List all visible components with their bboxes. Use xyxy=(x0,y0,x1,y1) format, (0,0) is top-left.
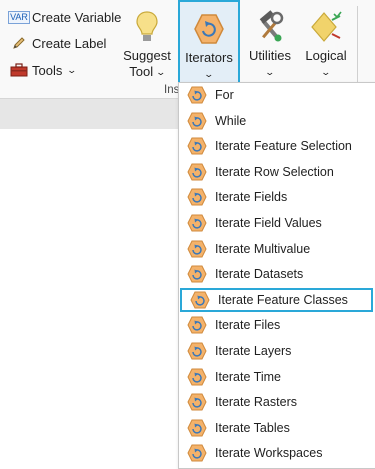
menu-item-label: Iterate Row Selection xyxy=(215,164,334,179)
menu-item-label: For xyxy=(215,88,234,102)
iterator-hexagon-icon xyxy=(187,265,209,283)
menu-item-label: Iterate Tables xyxy=(215,420,290,435)
iterators-dropdown-menu: For While Iterate Feature Selection Iterate… xyxy=(178,82,375,469)
chevron-down-icon: ⌄ xyxy=(155,67,167,77)
menu-item[interactable]: For xyxy=(179,83,375,107)
menu-item[interactable]: Iterate Tables xyxy=(179,416,375,440)
iterators-label: Iterators xyxy=(185,50,233,65)
create-label-button[interactable]: Create Label xyxy=(10,33,106,53)
menu-item-label: Iterate Datasets xyxy=(215,267,304,282)
menu-item[interactable]: Iterate Row Selection xyxy=(179,160,375,184)
iterator-hexagon-icon xyxy=(187,419,209,437)
iterator-hexagon-icon xyxy=(194,6,224,46)
menu-item[interactable]: Iterate Multivalue xyxy=(179,237,375,261)
utilities-label: Utilities xyxy=(249,48,291,63)
menu-item-label: Iterate Time xyxy=(215,369,281,384)
iterator-hexagon-icon xyxy=(187,342,209,360)
menu-item[interactable]: Iterate Layers xyxy=(179,339,375,363)
chevron-down-icon: ⌄ xyxy=(66,64,78,75)
chevron-down-icon: ⌄ xyxy=(264,67,276,77)
tools-label: Tools xyxy=(32,62,63,78)
menu-item[interactable]: Iterate Field Values xyxy=(179,211,375,235)
iterator-hexagon-icon xyxy=(187,163,209,181)
menu-item[interactable]: Iterate Feature Classes xyxy=(180,287,373,312)
iterator-hexagon-icon xyxy=(187,240,209,258)
logical-button[interactable]: Logical ⌄ xyxy=(300,0,352,84)
chevron-down-icon: ⌄ xyxy=(203,69,215,79)
tools-button[interactable]: Tools ⌄ xyxy=(10,60,78,80)
iterator-hexagon-icon xyxy=(190,291,212,309)
create-variable-label: Create Variable xyxy=(32,9,122,25)
menu-item-label: While xyxy=(215,113,247,128)
suggest-tool-label-line1: Suggest xyxy=(123,48,171,63)
menu-item[interactable]: Iterate Feature Selection xyxy=(179,134,375,158)
iterator-hexagon-icon xyxy=(187,214,209,232)
iterator-hexagon-icon xyxy=(187,137,209,155)
diamond-check-icon xyxy=(310,4,342,44)
iterator-hexagon-icon xyxy=(187,316,209,334)
create-label-label: Create Label xyxy=(32,35,107,51)
suggest-tool-label-line2: Tool xyxy=(129,64,154,79)
menu-item[interactable]: Iterate Datasets xyxy=(179,262,375,286)
menu-item[interactable]: Iterate Workspaces xyxy=(179,441,375,465)
menu-item-label: Iterate Workspaces xyxy=(215,446,323,461)
iterator-hexagon-icon xyxy=(187,86,209,104)
menu-item[interactable]: Iterate Time xyxy=(179,365,375,389)
utilities-button[interactable]: Utilities ⌄ xyxy=(244,0,296,84)
create-variable-button[interactable]: VAR Create Variable xyxy=(8,7,122,27)
iterator-hexagon-icon xyxy=(187,393,209,411)
ribbon-separator xyxy=(357,6,358,86)
iterator-hexagon-icon xyxy=(187,444,209,462)
menu-item-label: Iterate Field Values xyxy=(215,216,322,230)
iterators-button[interactable]: Iterators ⌄ xyxy=(178,0,240,84)
menu-item[interactable]: Iterate Files xyxy=(179,313,375,337)
iterator-hexagon-icon xyxy=(187,188,209,206)
menu-item-label: Iterate Feature Selection xyxy=(215,139,352,154)
menu-item-label: Iterate Feature Classes xyxy=(218,292,348,307)
chevron-down-icon: ⌄ xyxy=(320,67,332,77)
logical-label: Logical xyxy=(305,48,347,63)
toolbox-icon xyxy=(10,62,28,78)
lightbulb-icon xyxy=(135,4,159,44)
menu-item-label: Iterate Multivalue xyxy=(215,241,311,256)
menu-item-label: Iterate Rasters xyxy=(215,395,297,410)
iterator-hexagon-icon xyxy=(187,368,209,386)
pencil-icon xyxy=(10,35,28,51)
iterator-hexagon-icon xyxy=(187,112,209,130)
menu-item-label: Iterate Layers xyxy=(215,344,292,358)
var-icon: VAR xyxy=(8,10,30,24)
menu-item[interactable]: While xyxy=(179,109,375,133)
menu-item-label: Iterate Fields xyxy=(215,190,288,205)
menu-item[interactable]: Iterate Rasters xyxy=(179,390,375,414)
menu-item[interactable]: Iterate Fields xyxy=(179,185,375,209)
hammer-wrench-icon xyxy=(254,4,286,44)
suggest-tool-button[interactable]: Suggest Tool ⌄ xyxy=(118,0,176,84)
menu-item-label: Iterate Files xyxy=(215,318,281,333)
